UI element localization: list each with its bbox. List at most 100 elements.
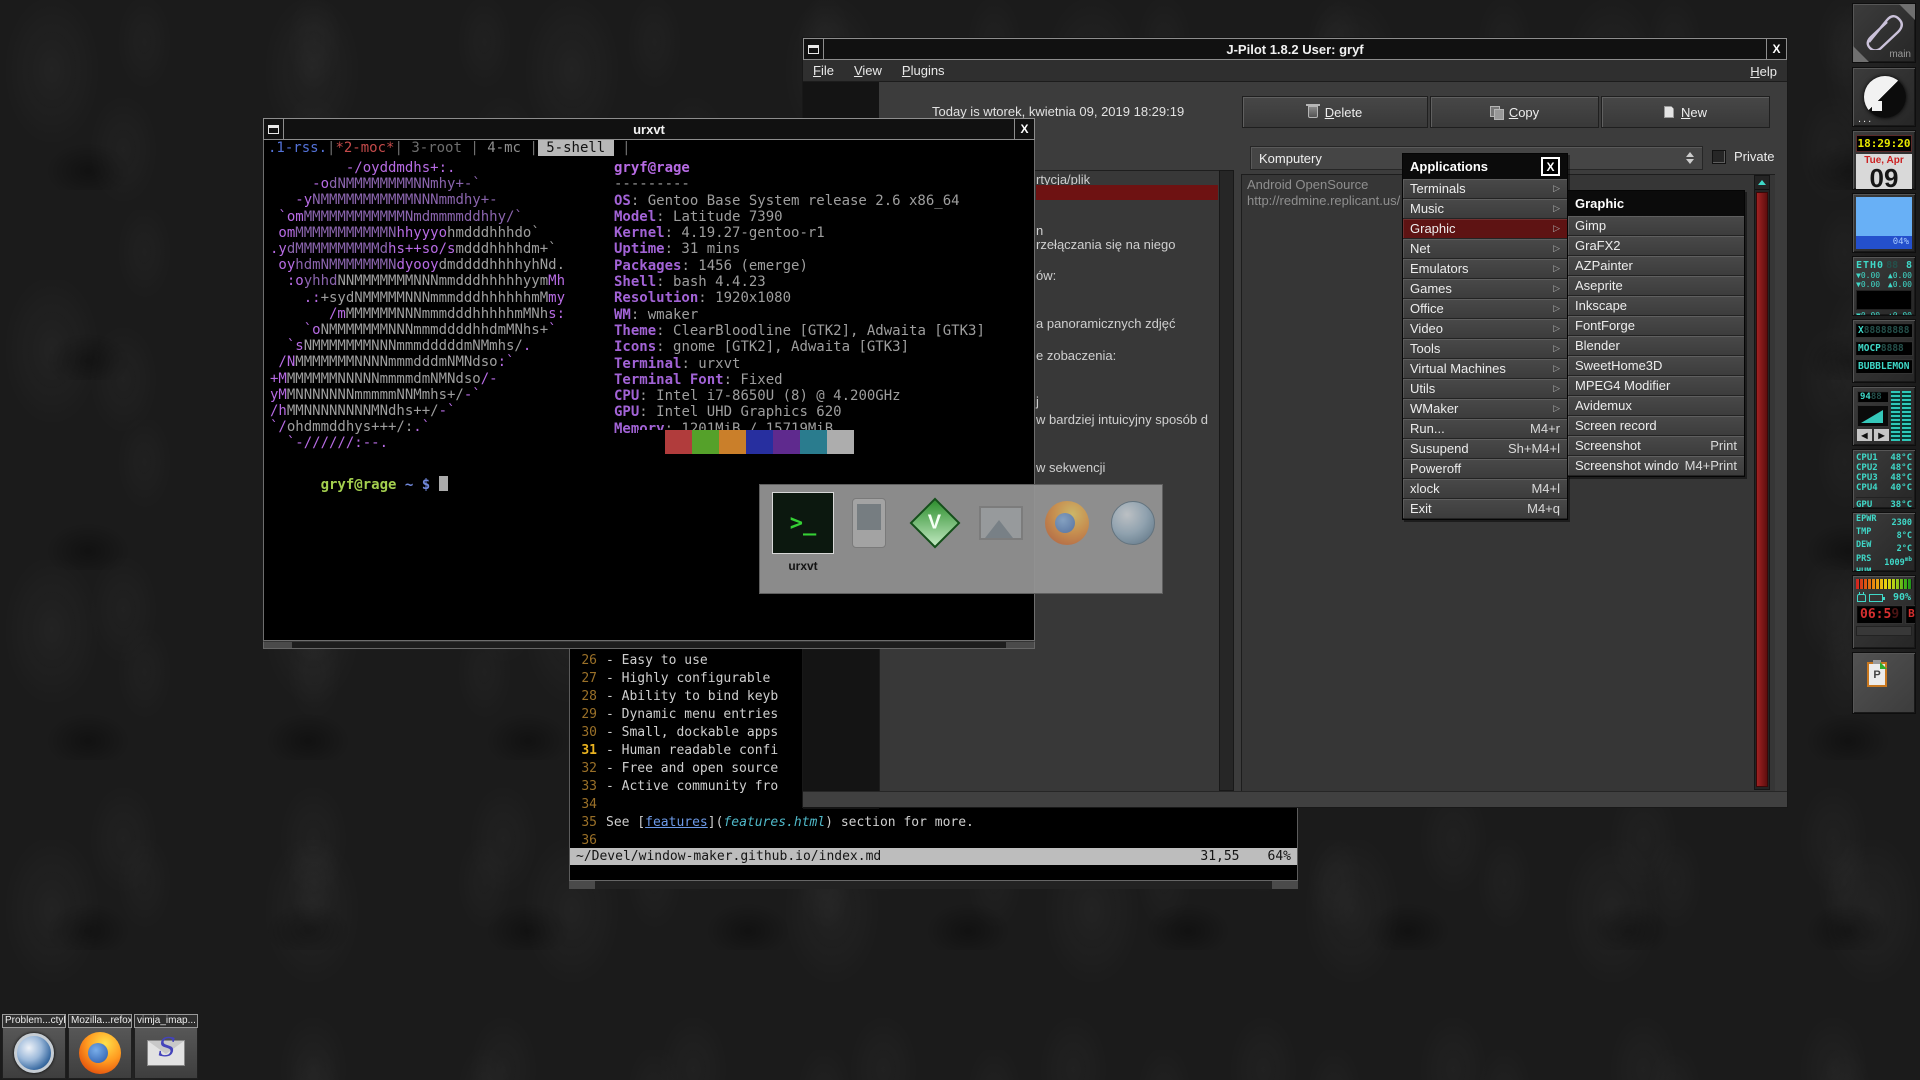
jpilot-titlebar[interactable]: J-Pilot 1.8.2 User: gryf X <box>803 38 1787 60</box>
calendar-date: Tue, Apr 09 <box>1856 154 1912 190</box>
resize-bar[interactable] <box>263 641 1035 649</box>
digital-time: 18:29:20 <box>1856 135 1912 152</box>
trash-icon <box>1308 106 1318 118</box>
note-text-fragment: j <box>1036 394 1039 409</box>
scroll-up-icon[interactable] <box>1755 176 1769 190</box>
menu-item[interactable]: Gimp <box>1568 216 1744 236</box>
submenu-arrow-icon: ▷ <box>1553 323 1560 334</box>
menu-item[interactable]: MPEG4 Modifier <box>1568 376 1744 396</box>
menu-item[interactable]: Virtual Machines ▷ <box>1403 359 1567 379</box>
menu-item[interactable]: Games ▷ <box>1403 279 1567 299</box>
menu-item[interactable]: Terminals ▷ <box>1403 179 1567 199</box>
clip-corner-icon[interactable] <box>1899 4 1915 20</box>
left-pane-scrollbar[interactable] <box>1219 170 1234 791</box>
network-monitor-dockapp[interactable]: ETH0 88 8 ▼0.00▲0.00 ▼0.00▲0.00 ▼0.00▲0.… <box>1852 256 1916 316</box>
menu-item[interactable]: Tools ▷ <box>1403 339 1567 359</box>
ac-plug-icon <box>1857 594 1866 602</box>
miniwindow-icon <box>268 125 279 134</box>
weather-row: TMP8°C <box>1856 528 1912 541</box>
window-menu-button[interactable] <box>264 119 284 139</box>
private-checkbox[interactable] <box>1712 150 1726 164</box>
urxvt-icon[interactable]: >_ <box>772 492 834 554</box>
menu-item[interactable]: Music ▷ <box>1403 199 1567 219</box>
weather-row: EPWR2300 <box>1856 515 1912 528</box>
menu-item[interactable]: Graphic ▷ <box>1403 219 1567 239</box>
menu-item[interactable]: Net ▷ <box>1403 239 1567 259</box>
close-icon[interactable]: X <box>1014 119 1034 139</box>
close-icon[interactable]: X <box>1766 39 1786 59</box>
menu-item[interactable]: Blender <box>1568 336 1744 356</box>
record-list-scrollbar[interactable] <box>1754 175 1770 790</box>
jpilot-bottom-bar <box>803 791 1787 807</box>
launcher-dockapp[interactable]: ... <box>1852 67 1916 127</box>
miniwindow-label: Problem...ctyl <box>2 1014 66 1028</box>
menubar-item-help[interactable]: Help <box>1750 64 1777 79</box>
net-rate-row: ▼0.00▲0.00 <box>1856 280 1912 289</box>
menu-item[interactable]: Susupend Sh+M4+l <box>1403 439 1567 459</box>
jpilot-date-text: Today is wtorek, kwietnia 09, 2019 18:29… <box>932 104 1184 119</box>
web-globe-icon[interactable] <box>1102 492 1164 554</box>
vim-icon[interactable]: V <box>904 492 966 554</box>
menu-item[interactable]: WMaker ▷ <box>1403 399 1567 419</box>
clipboard-dockapp[interactable]: P <box>1852 652 1916 714</box>
menubar-item[interactable]: File <box>813 63 834 78</box>
new-button[interactable]: New <box>1601 96 1770 128</box>
net-rate-row: ▼0.00▲0.00 <box>1856 271 1912 280</box>
window-menu-button[interactable] <box>804 39 824 59</box>
cpu-temp-row: CPU248°C <box>1856 463 1912 473</box>
palm-pda-icon[interactable] <box>838 492 900 554</box>
menu-item[interactable]: Screenshot Print <box>1568 436 1744 456</box>
graphic-submenu-title[interactable]: Graphic <box>1568 191 1744 216</box>
miniwindow[interactable]: vimja_imap... S <box>134 1014 198 1079</box>
terminal-titlebar[interactable]: urxvt X <box>263 118 1035 140</box>
menu-item[interactable]: Video ▷ <box>1403 319 1567 339</box>
menu-item[interactable]: GraFX2 <box>1568 236 1744 256</box>
menu-item[interactable]: Poweroff <box>1403 459 1567 479</box>
close-icon[interactable]: X <box>1541 157 1560 176</box>
miniwindow[interactable]: Mozilla...refox <box>68 1014 132 1079</box>
applications-menu-title[interactable]: Applications X <box>1403 154 1567 179</box>
wmaker-dock: main ... 18:29:20 Tue, Apr 09 04% ETH0 8… <box>1850 0 1918 1080</box>
temperature-dockapp[interactable]: CPU148°C CPU248°C CPU348°C CPU440°C GPU3… <box>1852 449 1916 509</box>
prev-channel-button[interactable]: ◀ <box>1857 429 1872 441</box>
screen-tab-bar[interactable]: .1-rss.|*2-moc*| 3-root | 4-mc | 5-shell… <box>264 140 1034 157</box>
copy-button[interactable]: Copy <box>1430 96 1599 128</box>
menubar-item[interactable]: Plugins <box>902 63 945 78</box>
menu-item[interactable]: Emulators ▷ <box>1403 259 1567 279</box>
menu-item[interactable]: Inkscape <box>1568 296 1744 316</box>
weather-dockapp[interactable]: EPWR2300 TMP8°C DEW2°C PRS1009mb HUM65 %… <box>1852 512 1916 572</box>
menu-item[interactable]: xlock M4+l <box>1403 479 1567 499</box>
status-lcd-dockapp[interactable]: X88888888 MOCP8888 BUBBLEMON <box>1852 319 1916 383</box>
menu-item[interactable]: AZPainter <box>1568 256 1744 276</box>
clock-dockapp[interactable]: 18:29:20 Tue, Apr 09 <box>1852 130 1916 190</box>
submenu-arrow-icon: ▷ <box>1553 363 1560 374</box>
menu-item[interactable]: Screenshot window M4+Print <box>1568 456 1744 476</box>
clip-dockapp[interactable]: main <box>1852 3 1916 63</box>
battery-dockapp[interactable]: 90% 06:59 B1 <box>1852 575 1916 649</box>
miniwindow[interactable]: Problem...ctyl <box>2 1014 66 1079</box>
menu-item[interactable]: SweetHome3D <box>1568 356 1744 376</box>
scrollbar-thumb[interactable] <box>1756 192 1768 787</box>
resize-bar[interactable] <box>569 880 1298 889</box>
menu-item[interactable]: Screen record <box>1568 416 1744 436</box>
mixer-dockapp[interactable]: 9488 ◀ ▶ <box>1852 386 1916 446</box>
image-viewer-icon[interactable] <box>970 492 1032 554</box>
next-channel-button[interactable]: ▶ <box>1874 429 1889 441</box>
load-meter-dockapp[interactable]: 04% <box>1852 193 1916 253</box>
palette-swatch <box>665 430 692 454</box>
menu-item[interactable]: Utils ▷ <box>1403 379 1567 399</box>
menu-item[interactable]: Exit M4+q <box>1403 499 1567 519</box>
menu-item[interactable]: FontForge <box>1568 316 1744 336</box>
app-icon-panel: >_ V urxvt <box>759 484 1163 594</box>
miniwindow-label: vimja_imap... <box>134 1014 198 1028</box>
jpilot-window-title: J-Pilot 1.8.2 User: gryf <box>824 42 1766 57</box>
menu-item[interactable]: Run... M4+r <box>1403 419 1567 439</box>
menu-item[interactable]: Aseprite <box>1568 276 1744 296</box>
firefox-icon[interactable] <box>1036 492 1098 554</box>
spinner-icon[interactable] <box>1686 152 1694 164</box>
menu-item[interactable]: Avidemux <box>1568 396 1744 416</box>
delete-button[interactable]: Delete <box>1242 96 1428 128</box>
mail-icon: S <box>147 1040 185 1066</box>
menubar-item[interactable]: View <box>854 63 882 78</box>
menu-item[interactable]: Office ▷ <box>1403 299 1567 319</box>
